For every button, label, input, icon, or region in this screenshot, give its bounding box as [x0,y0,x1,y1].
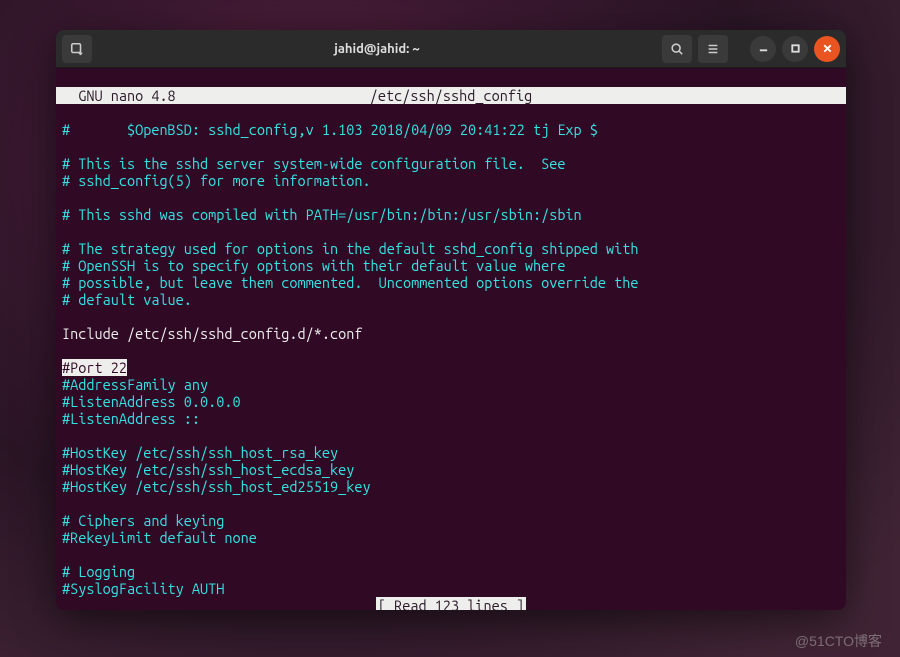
nano-filename: /etc/ssh/sshd_config [370,87,532,104]
file-line: # default value. [62,291,192,308]
file-line: #AddressFamily any [62,376,208,393]
file-line: #HostKey /etc/ssh/ssh_host_rsa_key [62,444,338,461]
file-line: # Ciphers and keying [62,512,224,529]
file-line: Include /etc/ssh/sshd_config.d/*.conf [62,325,362,342]
file-line: # This sshd was compiled with PATH=/usr/… [62,206,582,223]
file-line: # sshd_config(5) for more information. [62,172,371,189]
file-line: # This is the sshd server system-wide co… [62,155,565,172]
nano-version: GNU nano 4.8 [62,87,176,104]
file-line: # Logging [62,563,135,580]
file-line: #HostKey /etc/ssh/ssh_host_ecdsa_key [62,461,354,478]
watermark: @51CTO博客 [795,631,882,651]
terminal-content[interactable]: GNU nano 4.8/etc/ssh/sshd_config # $Open… [56,68,846,610]
file-line: #ListenAddress :: [62,410,200,427]
file-line: # $OpenBSD: sshd_config,v 1.103 2018/04/… [62,121,598,138]
nano-status-text: [ Read 123 lines ] [376,597,526,610]
maximize-button[interactable] [782,36,808,62]
minimize-button[interactable] [750,36,776,62]
nano-header: GNU nano 4.8/etc/ssh/sshd_config [56,87,846,104]
search-button[interactable] [662,35,692,63]
terminal-window: jahid@jahid: ~ GNU nano 4.8/etc/ssh/sshd… [56,30,846,610]
file-line: #ListenAddress 0.0.0.0 [62,393,241,410]
titlebar[interactable]: jahid@jahid: ~ [56,30,846,68]
close-button[interactable] [814,36,840,62]
nano-status-line: [ Read 123 lines ] [62,597,840,610]
window-title: jahid@jahid: ~ [92,42,662,56]
file-line: # OpenSSH is to specify options with the… [62,257,565,274]
file-line: # The strategy used for options in the d… [62,240,639,257]
file-line-selected: #Port 22 [62,359,127,376]
file-line: #RekeyLimit default none [62,529,257,546]
new-tab-button[interactable] [62,35,92,63]
file-line: #SyslogFacility AUTH [62,580,224,597]
file-line: # possible, but leave them commented. Un… [62,274,639,291]
file-line: #HostKey /etc/ssh/ssh_host_ed25519_key [62,478,371,495]
menu-button[interactable] [698,35,728,63]
